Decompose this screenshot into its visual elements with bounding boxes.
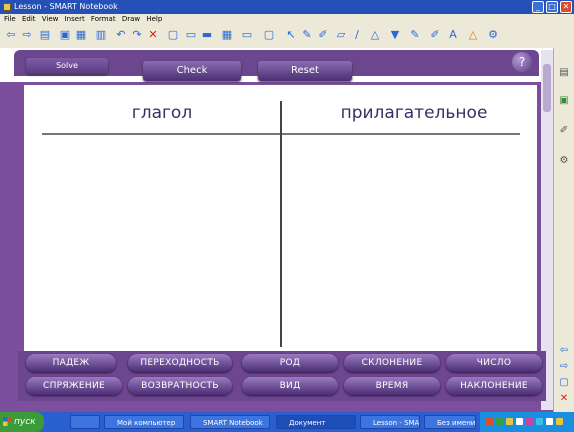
- tray-icon[interactable]: [556, 418, 563, 425]
- undo-icon[interactable]: ↶: [114, 28, 128, 42]
- maximize-button[interactable]: □: [546, 1, 558, 13]
- full-screen-icon[interactable]: ▭: [184, 28, 198, 42]
- chip-vremya[interactable]: ВРЕМЯ: [344, 377, 440, 395]
- close-button[interactable]: ✕: [560, 1, 572, 13]
- save-icon[interactable]: ▦: [74, 28, 88, 42]
- chip-spryazhenie[interactable]: СПРЯЖЕНИЕ: [26, 377, 122, 395]
- taskbar-item-document[interactable]: Документ: [276, 415, 356, 429]
- magic-pen-icon[interactable]: ✐: [428, 28, 442, 42]
- menu-insert[interactable]: Insert: [65, 15, 85, 23]
- help-button[interactable]: ?: [512, 52, 532, 72]
- open-icon[interactable]: ▣: [58, 28, 72, 42]
- side-close-icon[interactable]: ✕: [556, 392, 572, 406]
- tray-icon[interactable]: [526, 418, 533, 425]
- tray-icon[interactable]: [506, 418, 513, 425]
- column-divider: [280, 101, 282, 347]
- taskbar-quicklaunch[interactable]: [70, 415, 100, 429]
- taskbar-item-notebook[interactable]: SMART Notebook: [190, 415, 270, 429]
- taskbar-item-computer[interactable]: Мой компьютер: [104, 415, 184, 429]
- forward-arrow-icon[interactable]: ⇨: [20, 28, 34, 42]
- window-titlebar: Lesson - SMART Notebook _ □ ✕: [0, 0, 574, 14]
- back-arrow-icon[interactable]: ⇦: [4, 28, 18, 42]
- tray-icon[interactable]: [496, 418, 503, 425]
- menu-view[interactable]: View: [42, 15, 59, 23]
- taskbar: пуск Мой компьютер SMART Notebook Докуме…: [0, 412, 574, 432]
- word-chip-tray: ПАДЕЖ ПЕРЕХОДНОСТЬ РОД СКЛОНЕНИЕ ЧИСЛО С…: [18, 351, 546, 401]
- chip-sklonenie[interactable]: СКЛОНЕНИЕ: [344, 354, 440, 372]
- minimize-button[interactable]: _: [532, 1, 544, 13]
- page-sorter-tab-icon[interactable]: ▤: [556, 66, 572, 80]
- properties-icon[interactable]: ⚙: [486, 28, 500, 42]
- side-forward-arrow-icon[interactable]: ⇨: [556, 360, 572, 374]
- menu-edit[interactable]: Edit: [22, 15, 36, 23]
- delete-icon[interactable]: ✕: [146, 28, 160, 42]
- start-label: пуск: [14, 417, 36, 427]
- solve-button[interactable]: Solve: [26, 58, 108, 74]
- paste-icon[interactable]: ▥: [94, 28, 108, 42]
- tray-icon[interactable]: [546, 418, 553, 425]
- screen-shade-icon[interactable]: ▢: [166, 28, 180, 42]
- app-icon: [3, 3, 11, 11]
- chip-perekhodnost[interactable]: ПЕРЕХОДНОСТЬ: [128, 354, 232, 372]
- page-icon[interactable]: ▤: [38, 28, 52, 42]
- properties-tab-icon[interactable]: ⚙: [556, 154, 572, 168]
- side-panel: ▤ ▣ ✐ ⚙ ⇦ ⇨ ▢ ✕: [553, 48, 574, 412]
- text-icon[interactable]: A: [446, 28, 460, 42]
- menu-file[interactable]: File: [4, 15, 16, 23]
- window-title: Lesson - SMART Notebook: [14, 2, 118, 11]
- activity-top-band: Solve Check Reset ?: [0, 48, 553, 82]
- chip-rod[interactable]: РОД: [242, 354, 338, 372]
- display-icon[interactable]: ▭: [240, 28, 254, 42]
- window-controls: _ □ ✕: [532, 1, 572, 13]
- scrollbar-thumb[interactable]: [543, 64, 551, 112]
- creative-pen-icon[interactable]: ✐: [316, 28, 330, 42]
- menu-draw[interactable]: Draw: [122, 15, 140, 23]
- chip-vozvratnost[interactable]: ВОЗВРАТНОСТЬ: [128, 377, 232, 395]
- chip-padezh[interactable]: ПАДЕЖ: [26, 354, 116, 372]
- chip-chislo[interactable]: ЧИСЛО: [446, 354, 542, 372]
- dual-page-icon[interactable]: ▢: [262, 28, 276, 42]
- chip-vid[interactable]: ВИД: [242, 377, 338, 395]
- check-button[interactable]: Check: [143, 61, 241, 81]
- line-icon[interactable]: ∕: [350, 28, 364, 42]
- menu-format[interactable]: Format: [91, 15, 116, 23]
- pen-icon[interactable]: ✎: [300, 28, 314, 42]
- chip-naklonenie[interactable]: НАКЛОНЕНИЕ: [446, 377, 542, 395]
- redo-icon[interactable]: ↷: [130, 28, 144, 42]
- windows-logo-icon: [3, 417, 12, 426]
- side-back-arrow-icon[interactable]: ⇦: [556, 344, 572, 358]
- select-icon[interactable]: ↖: [284, 28, 298, 42]
- highlighter-icon[interactable]: ✎: [408, 28, 422, 42]
- main-toolbar: ⇦ ⇨ ▤ ▣ ▦ ▥ ↶ ↷ ✕ ▢ ▭ ▬ ▦ ▭ ▢ ↖ ✎ ✐ ▱ ∕ …: [0, 24, 574, 49]
- activity-stage: Solve Check Reset ? глагол прилагательно…: [0, 48, 553, 412]
- tray-icon[interactable]: [516, 418, 523, 425]
- tray-icon[interactable]: [486, 418, 493, 425]
- table-icon[interactable]: ▦: [220, 28, 234, 42]
- column-header-verb: глагол: [131, 103, 193, 123]
- taskbar-item-lesson[interactable]: Lesson - SMART: [360, 415, 420, 429]
- start-button[interactable]: пуск: [0, 412, 44, 432]
- gallery-tab-icon[interactable]: ▣: [556, 94, 572, 108]
- menu-bar: File Edit View Insert Format Draw Help: [0, 14, 574, 24]
- eraser-icon[interactable]: ▱: [334, 28, 348, 42]
- shapes-icon[interactable]: △: [368, 28, 382, 42]
- capture-icon[interactable]: ▬: [200, 28, 214, 42]
- side-page-icon[interactable]: ▢: [556, 376, 572, 390]
- fill-icon[interactable]: ▼: [388, 28, 402, 42]
- taskbar-item-untitled[interactable]: Без имени: [424, 415, 476, 429]
- attachments-tab-icon[interactable]: ✐: [556, 124, 572, 138]
- sorting-board: глагол прилагательное: [24, 85, 537, 351]
- column-header-adjective: прилагательное: [340, 103, 488, 123]
- tray-icon[interactable]: [536, 418, 543, 425]
- triangle-icon[interactable]: △: [466, 28, 480, 42]
- system-tray: [480, 412, 574, 432]
- menu-help[interactable]: Help: [146, 15, 162, 23]
- reset-button[interactable]: Reset: [258, 61, 352, 81]
